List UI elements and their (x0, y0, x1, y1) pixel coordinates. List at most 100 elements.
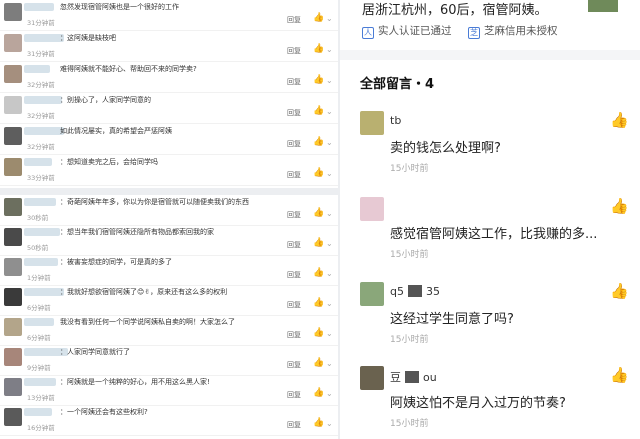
comment-text: 忽然发现宿管阿姨也是一个很好的工作 (60, 3, 179, 11)
avatar[interactable] (360, 366, 384, 390)
commenter-name-text: tb (390, 114, 402, 127)
thumbs-up-icon[interactable]: 👍 (313, 298, 324, 308)
comment-time: 15小时前 (390, 164, 429, 174)
thumbs-up-icon[interactable]: 👍 (610, 282, 629, 300)
reply-button[interactable]: 回复 (287, 170, 301, 180)
chevron-down-icon[interactable]: ⌄ (326, 239, 333, 248)
thumbs-up-icon[interactable]: 👍 (313, 388, 324, 398)
thumbs-up-icon[interactable]: 👍 (313, 75, 324, 85)
chevron-down-icon[interactable]: ⌄ (326, 329, 333, 338)
comment-time: 33分钟前 (27, 174, 55, 182)
avatar[interactable] (4, 258, 22, 276)
verified-badge[interactable]: 人实人认证已通过 (362, 23, 452, 39)
comment-text: ：这阿姨是缺枝吧 (60, 34, 116, 42)
chevron-down-icon[interactable]: ⌄ (326, 389, 333, 398)
avatar[interactable] (4, 96, 22, 114)
comment-text: 卖的钱怎么处理啊? (390, 141, 501, 156)
profile-photo (588, 0, 618, 12)
list-item: ：奇葩阿姨年年多，你以为你是宿管就可以随便卖我们的东西 30秒前 回复 👍 ⌄ (0, 195, 338, 226)
chevron-down-icon[interactable]: ⌄ (326, 14, 333, 23)
avatar[interactable] (4, 198, 22, 216)
id-card-icon: 人 (362, 27, 374, 39)
thumbs-up-icon[interactable]: 👍 (610, 111, 629, 129)
thumbs-up-icon[interactable]: 👍 (313, 168, 324, 178)
reply-button[interactable]: 回复 (287, 210, 301, 220)
thumbs-up-icon[interactable]: 👍 (313, 238, 324, 248)
weibo-comments-screenshot: 忽然发现宿管阿姨也是一个很好的工作 31分钟前 回复 👍 ⌄ ：这阿姨是缺枝吧 … (0, 0, 338, 439)
chevron-down-icon[interactable]: ⌄ (326, 76, 333, 85)
list-item: ：想当年我们宿管阿姨还隐所有物品都索回我的家 50秒前 回复 👍 ⌄ (0, 225, 338, 256)
thumbs-up-icon[interactable]: 👍 (610, 197, 629, 215)
reply-button[interactable]: 回复 (287, 270, 301, 280)
chevron-down-icon[interactable]: ⌄ (326, 419, 333, 428)
commenter-name[interactable]: 豆 ou (390, 369, 437, 385)
thumbs-up-icon[interactable]: 👍 (313, 358, 324, 368)
avatar[interactable] (360, 111, 384, 135)
avatar[interactable] (4, 3, 22, 21)
reply-button[interactable]: 回复 (287, 108, 301, 118)
comment-time: 31分钟前 (27, 50, 55, 58)
chevron-down-icon[interactable]: ⌄ (326, 107, 333, 116)
chevron-down-icon[interactable]: ⌄ (326, 169, 333, 178)
reply-button[interactable]: 回复 (287, 330, 301, 340)
list-item: 豆 ou 阿姨这怕不是月入过万的节奏? 15小时前 👍 (340, 366, 640, 439)
reply-button[interactable]: 回复 (287, 420, 301, 430)
avatar[interactable] (4, 288, 22, 306)
commenter-name[interactable]: q5 35 (390, 285, 440, 298)
avatar[interactable] (4, 158, 22, 176)
chevron-down-icon[interactable]: ⌄ (326, 45, 333, 54)
avatar[interactable] (4, 378, 22, 396)
chevron-down-icon[interactable]: ⌄ (326, 138, 333, 147)
thumbs-up-icon[interactable]: 👍 (610, 366, 629, 384)
list-item: ：被害妄想症的同学，可是真的多了 1分钟前 回复 👍 ⌄ (0, 255, 338, 286)
comment-text: 难得阿姨就不能好心、帮助回不来的同学卖? (60, 65, 197, 73)
comment-time: 15小时前 (390, 419, 429, 429)
thumbs-up-icon[interactable]: 👍 (313, 13, 324, 23)
reply-button[interactable]: 回复 (287, 390, 301, 400)
thumbs-up-icon[interactable]: 👍 (313, 44, 324, 54)
chevron-down-icon[interactable]: ⌄ (326, 269, 333, 278)
avatar[interactable] (4, 34, 22, 52)
thumbs-up-icon[interactable]: 👍 (313, 268, 324, 278)
comment-text: ：别操心了，人家同学同意的 (60, 96, 151, 104)
comment-time: 16分钟前 (27, 424, 55, 432)
reply-button[interactable]: 回复 (287, 139, 301, 149)
chevron-down-icon[interactable]: ⌄ (326, 299, 333, 308)
list-item: ：别操心了，人家同学同意的 32分钟前 回复 👍 ⌄ (0, 93, 338, 124)
avatar[interactable] (360, 282, 384, 306)
thumbs-up-icon[interactable]: 👍 (313, 208, 324, 218)
redacted-name (405, 371, 419, 383)
commenter-name-suffix: ou (423, 371, 437, 384)
thumbs-up-icon[interactable]: 👍 (313, 418, 324, 428)
comment-text: ：我就好想欲宿管阿姨了😊✌，原来还有这么多的权利 (60, 288, 228, 296)
reply-button[interactable]: 回复 (287, 300, 301, 310)
credit-badge[interactable]: 芝芝麻信用未授权 (468, 23, 558, 39)
avatar[interactable] (4, 228, 22, 246)
credit-badge-label: 芝麻信用未授权 (484, 25, 558, 37)
redacted-name (407, 285, 422, 297)
thumbs-up-icon[interactable]: 👍 (313, 106, 324, 116)
avatar[interactable] (4, 408, 22, 426)
commenter-name[interactable]: tb (390, 114, 401, 127)
commenter-name-text: q5 (390, 285, 404, 298)
chevron-down-icon[interactable]: ⌄ (326, 359, 333, 368)
reply-button[interactable]: 回复 (287, 15, 301, 25)
avatar[interactable] (360, 197, 384, 221)
username-blurred (24, 96, 62, 104)
chevron-down-icon[interactable]: ⌄ (326, 209, 333, 218)
thumbs-up-icon[interactable]: 👍 (313, 328, 324, 338)
reply-button[interactable]: 回复 (287, 46, 301, 56)
avatar[interactable] (4, 65, 22, 83)
comment-text: ：一个阿姨还会有这些权利? (60, 408, 148, 416)
reply-button[interactable]: 回复 (287, 77, 301, 87)
reply-button[interactable]: 回复 (287, 240, 301, 250)
comment-text: ：阿姨就是一个纯粹的好心，用不用这么黑人家! (60, 378, 210, 386)
thumbs-up-icon[interactable]: 👍 (313, 137, 324, 147)
avatar[interactable] (4, 127, 22, 145)
comment-text: 我没有看到任何一个同学说阿姨私自卖的啊！大家怎么了 (60, 318, 235, 326)
avatar[interactable] (4, 318, 22, 336)
reply-button[interactable]: 回复 (287, 360, 301, 370)
list-item: ：我就好想欲宿管阿姨了😊✌，原来还有这么多的权利 6分钟前 回复 👍 ⌄ (0, 285, 338, 316)
comment-time: 6分钟前 (27, 334, 51, 342)
avatar[interactable] (4, 348, 22, 366)
